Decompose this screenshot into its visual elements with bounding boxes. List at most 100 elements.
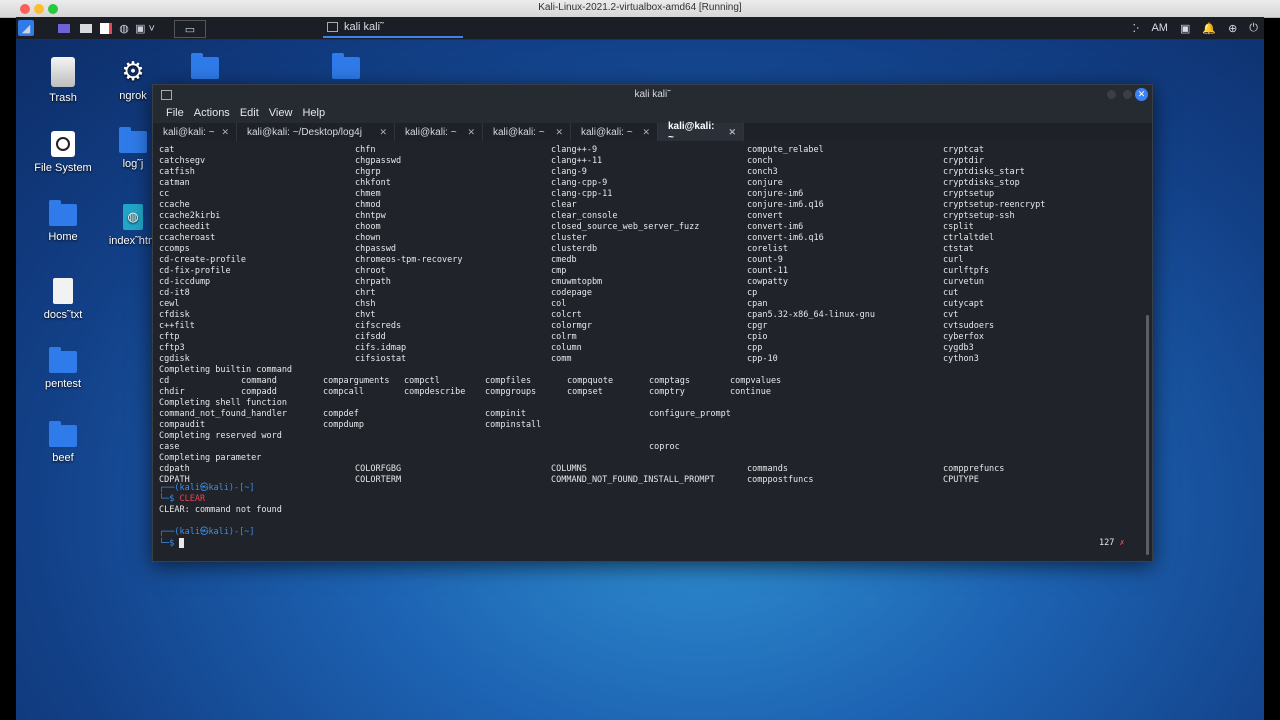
listing-section-header: Completing builtin command <box>159 365 293 375</box>
clock[interactable]: AM <box>1151 22 1168 34</box>
tab-6-active[interactable]: kali@kali: ~ ✕ <box>658 121 744 143</box>
listing-cell: cpp <box>747 343 763 353</box>
tab-2[interactable]: kali@kali: ~/Desktop/log4j ✕ <box>237 123 395 141</box>
tab-close-icon[interactable]: ✕ <box>642 127 650 138</box>
listing-cell: cmedb <box>551 255 577 265</box>
listing-cell: cryptdisks_start <box>943 167 1025 177</box>
show-desktop-icon[interactable] <box>56 20 72 36</box>
tab-1[interactable]: kali@kali: ~ ✕ <box>153 123 237 141</box>
tab-5[interactable]: kali@kali: ~ ✕ <box>571 123 658 141</box>
listing-cell: corelist <box>747 244 788 254</box>
desktop-icon-file-system[interactable]: File System <box>28 131 98 174</box>
close-icon[interactable]: ✕ <box>1135 88 1148 101</box>
folder-icon <box>119 127 147 153</box>
tab-label: kali@kali: ~ <box>163 126 215 138</box>
tab-close-icon[interactable]: ✕ <box>728 127 736 138</box>
tab-close-icon[interactable]: ✕ <box>379 127 387 138</box>
listing-cell: chgpasswd <box>355 156 402 166</box>
lock-icon[interactable]: ⊕ <box>1228 22 1237 35</box>
menu-help[interactable]: Help <box>297 105 330 123</box>
listing-cell: ctstat <box>943 244 974 254</box>
listing-cell: ccacheroast <box>159 233 216 243</box>
listing-cell: compgroups <box>485 387 537 397</box>
desktop-icon-home[interactable]: Home <box>28 200 98 243</box>
listing-cell: continue <box>730 387 771 397</box>
text-editor-icon[interactable] <box>98 20 114 36</box>
kali-desktop: ◢ ◍ ▣ ˅ ▭ kali kali˜ ⁚‧ AM ▣ 🔔 ⊕ ⏻ Trash… <box>16 17 1264 720</box>
typed-command: CLEAR <box>179 494 206 504</box>
listing-cell: cifsiostat <box>355 354 407 364</box>
listing-cell: compprefuncs <box>943 464 1005 474</box>
listing-cell: cfdisk <box>159 310 190 320</box>
tab-close-icon[interactable]: ✕ <box>221 127 229 138</box>
listing-cell: conch <box>747 156 773 166</box>
folder-icon <box>49 347 77 373</box>
workspace-1[interactable]: ▭ <box>174 20 206 38</box>
command-line-1: └─$ CLEAR <box>159 494 205 505</box>
menu-view[interactable]: View <box>264 105 298 123</box>
listing-cell: cewl <box>159 299 180 309</box>
terminal-output[interactable]: cat chfn clang++-9 compute_relabel cryptcat c… <box>159 145 1139 555</box>
prompt-text: ┌──(kali㉿kali)-[~] <box>159 527 255 537</box>
listing-cell: codepage <box>551 288 592 298</box>
folder-icon <box>332 53 360 79</box>
listing-cell: catfish <box>159 167 195 177</box>
listing-cell: cc <box>159 189 170 199</box>
desktop-icon-trash[interactable]: Trash <box>28 57 98 104</box>
tab-3[interactable]: kali@kali: ~ ✕ <box>395 123 483 141</box>
desktop-icon-docs-txt[interactable]: docs˜txt <box>28 278 98 321</box>
terminal-window[interactable]: kali kali˜ ✕ File Actions Edit View Help… <box>152 84 1153 562</box>
file-manager-icon[interactable] <box>78 20 94 36</box>
tab-4[interactable]: kali@kali: ~ ✕ <box>483 123 571 141</box>
listing-cell: cyberfox <box>943 332 984 342</box>
listing-cell: ccacheedit <box>159 222 211 232</box>
listing-cell: chgrp <box>355 167 381 177</box>
terminal-menubar: File Actions Edit View Help <box>153 105 1152 123</box>
tab-label: kali@kali: ~/Desktop/log4j <box>247 126 362 138</box>
minimize-icon[interactable] <box>1107 90 1116 99</box>
menu-file[interactable]: File <box>161 105 189 123</box>
listing-cell: cpgr <box>747 321 768 331</box>
network-icon[interactable]: ⁚‧ <box>1132 22 1139 35</box>
listing-cell: clang++-11 <box>551 156 603 166</box>
browser-icon[interactable]: ◍ <box>116 20 132 36</box>
desktop-icon-label: Home <box>48 231 78 243</box>
listing-cell: chroot <box>355 266 386 276</box>
maximize-icon[interactable] <box>1123 90 1132 99</box>
listing-cell: count-9 <box>747 255 783 265</box>
command-line-2[interactable]: └─$ <box>159 538 185 549</box>
home-folder-icon <box>49 200 77 226</box>
listing-cell: cpan5.32-x86_64-linux-gnu <box>747 310 875 320</box>
listing-cell: CPUTYPE <box>943 475 979 485</box>
desktop-icon-beef[interactable]: beef <box>28 421 98 464</box>
listing-cell: conjure-im6.q16 <box>747 200 824 210</box>
listing-cell: compctl <box>404 376 440 386</box>
terminal-launcher-icon[interactable]: ▣ ˅ <box>134 20 156 36</box>
notification-icon[interactable]: 🔔 <box>1202 22 1216 35</box>
taskbar-terminal[interactable]: kali kali˜ <box>323 17 463 38</box>
scrollbar[interactable] <box>1146 315 1149 555</box>
taskbar-terminal-label: kali kali˜ <box>344 20 384 33</box>
tab-close-icon[interactable]: ✕ <box>467 127 475 138</box>
desktop-icon-extra-folder[interactable] <box>170 53 240 84</box>
listing-cell: cdpath <box>159 464 190 474</box>
listing-cell: colormgr <box>551 321 592 331</box>
tab-close-icon[interactable]: ✕ <box>555 127 563 138</box>
menu-edit[interactable]: Edit <box>235 105 264 123</box>
vbox-window-title: Kali-Linux-2021.2-virtualbox-amd64 [Runn… <box>538 2 742 13</box>
listing-cell: coproc <box>649 442 680 452</box>
listing-cell: curlftpfs <box>943 266 990 276</box>
desktop-icon-label: docs˜txt <box>43 309 83 321</box>
listing-cell: cvtsudoers <box>943 321 995 331</box>
prompt-line-1: ┌──(kali㉿kali)-[~] <box>159 483 255 494</box>
kali-menu-icon[interactable]: ◢ <box>18 20 34 36</box>
menu-actions[interactable]: Actions <box>189 105 235 123</box>
desktop-icon-label: File System <box>34 162 92 174</box>
power-icon[interactable]: ⏻ <box>1249 22 1258 35</box>
panel-tray: ⁚‧ AM ▣ 🔔 ⊕ ⏻ <box>1132 17 1258 39</box>
terminal-titlebar[interactable]: kali kali˜ ✕ <box>153 85 1152 105</box>
desktop-icon-label: Trash <box>49 92 77 104</box>
display-icon[interactable]: ▣ <box>1180 22 1190 35</box>
desktop-icon-pentest[interactable]: pentest <box>28 347 98 390</box>
desktop-icon-extra-folder2[interactable] <box>311 53 381 84</box>
